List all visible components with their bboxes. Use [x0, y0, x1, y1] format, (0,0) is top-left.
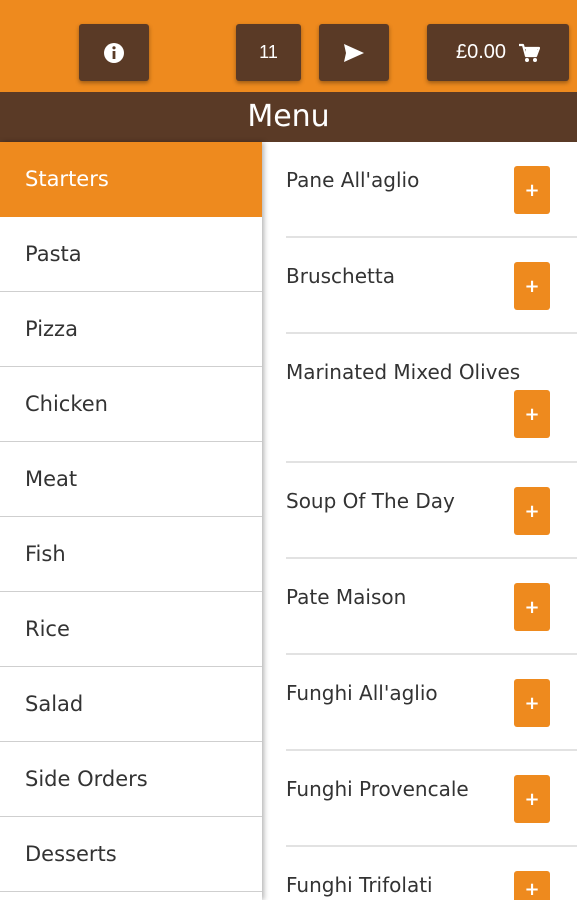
info-button[interactable]	[79, 24, 149, 81]
menu-item: Pate Maison +	[286, 559, 577, 655]
menu-item: Funghi All'aglio +	[286, 655, 577, 751]
category-label: Chicken	[25, 392, 108, 416]
category-label: Pasta	[25, 242, 82, 266]
top-toolbar: 11 £0.00	[0, 0, 577, 92]
menu-item: Soup Of The Day +	[286, 463, 577, 559]
table-number-button[interactable]: 11	[236, 24, 301, 81]
category-label: Pizza	[25, 317, 78, 341]
menu-item: Funghi Provencale +	[286, 751, 577, 847]
menu-item-name: Funghi Provencale	[286, 777, 469, 801]
add-item-button[interactable]: +	[514, 262, 550, 310]
category-item-pizza[interactable]: Pizza	[0, 292, 262, 367]
menu-item-name: Soup Of The Day	[286, 489, 455, 513]
page-title: Menu	[0, 92, 577, 142]
category-item-meat[interactable]: Meat	[0, 442, 262, 517]
cart-button[interactable]: £0.00	[427, 24, 569, 81]
menu-item-name: Bruschetta	[286, 264, 395, 288]
category-sidebar: Starters Pasta Pizza Chicken Meat Fish R…	[0, 142, 262, 900]
shopping-cart-icon	[519, 43, 541, 62]
menu-item: Funghi Trifolati +	[286, 847, 577, 900]
category-item-side-orders[interactable]: Side Orders	[0, 742, 262, 817]
category-item-fish[interactable]: Fish	[0, 517, 262, 592]
add-item-button[interactable]: +	[514, 487, 550, 535]
category-label: Fish	[25, 542, 66, 566]
add-item-button[interactable]: +	[514, 871, 550, 900]
category-item-rice[interactable]: Rice	[0, 592, 262, 667]
category-label: Side Orders	[25, 767, 148, 791]
category-item-starters[interactable]: Starters	[0, 142, 262, 217]
add-item-button[interactable]: +	[514, 390, 550, 438]
info-circle-icon	[104, 42, 124, 63]
menu-item: Bruschetta +	[286, 238, 577, 334]
menu-item-name: Pate Maison	[286, 585, 407, 609]
menu-item-name: Pane All'aglio	[286, 168, 420, 192]
menu-item-name: Marinated Mixed Olives	[286, 360, 521, 384]
menu-item-name: Funghi Trifolati	[286, 873, 433, 897]
category-label: Salad	[25, 692, 84, 716]
menu-item: Marinated Mixed Olives +	[286, 334, 577, 463]
category-item-chicken[interactable]: Chicken	[0, 367, 262, 442]
menu-item-name: Funghi All'aglio	[286, 681, 438, 705]
add-item-button[interactable]: +	[514, 775, 550, 823]
category-label: Meat	[25, 467, 78, 491]
category-item-desserts[interactable]: Desserts	[0, 817, 262, 892]
category-item-salad[interactable]: Salad	[0, 667, 262, 742]
menu-item: Pane All'aglio +	[286, 142, 577, 238]
cart-total: £0.00	[455, 41, 507, 63]
table-number: 11	[259, 42, 278, 62]
add-item-button[interactable]: +	[514, 166, 550, 214]
menu-item-list: Pane All'aglio + Bruschetta + Marinated …	[262, 142, 577, 900]
category-label: Desserts	[25, 842, 117, 866]
send-arrow-icon	[344, 43, 364, 62]
category-item-pasta[interactable]: Pasta	[0, 217, 262, 292]
add-item-button[interactable]: +	[514, 679, 550, 727]
add-item-button[interactable]: +	[514, 583, 550, 631]
category-label: Starters	[25, 167, 109, 191]
category-label: Rice	[25, 617, 70, 641]
send-order-button[interactable]	[319, 24, 389, 81]
